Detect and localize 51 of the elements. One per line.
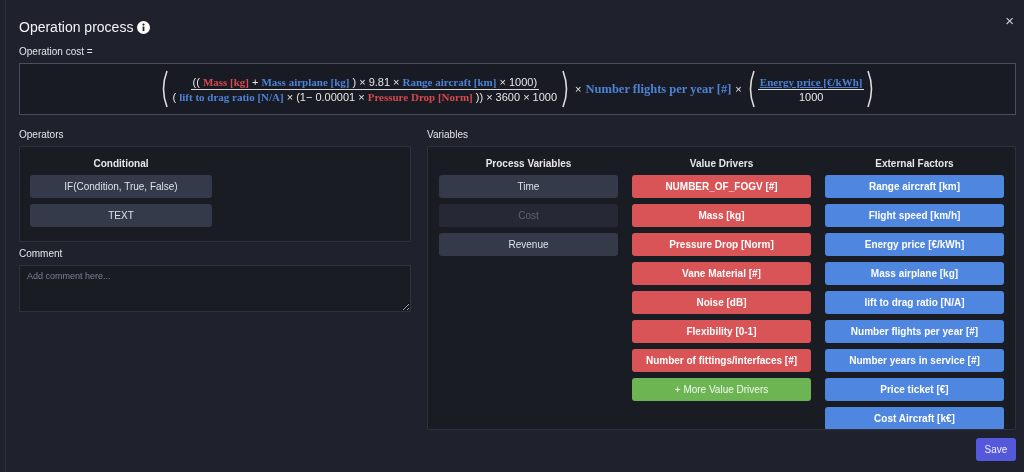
- formula-variable: Mass [kg]: [202, 75, 249, 88]
- column-title: Value Drivers: [688, 158, 755, 169]
- formula-variable: Mass airplane [kg]: [261, 75, 350, 88]
- variable-button[interactable]: Mass airplane [kg]: [825, 262, 1004, 285]
- variable-button[interactable]: Revenue: [439, 233, 618, 256]
- variable-button[interactable]: Pressure Drop [Norm]: [632, 233, 811, 256]
- variable-button[interactable]: Vane Material [#]: [632, 262, 811, 285]
- variable-button[interactable]: Price ticket [€]: [825, 378, 1004, 401]
- formula-operator: 1000: [798, 90, 824, 103]
- variable-button[interactable]: Number of fittings/interfaces [#]: [632, 349, 811, 372]
- variable-button[interactable]: Mass [kg]: [632, 204, 811, 227]
- variable-button[interactable]: Noise [dB]: [632, 291, 811, 314]
- group-title: Conditional: [92, 158, 150, 169]
- operator-button[interactable]: TEXT: [30, 204, 212, 227]
- formula-variable: Energy price [€/kWh]: [759, 75, 863, 88]
- formula-operator: × (1− 0.00001 ×: [286, 90, 365, 103]
- close-button[interactable]: ×: [1003, 11, 1016, 29]
- column-title: Process Variables: [484, 158, 573, 169]
- formula-operator: )) × 3600 × 1000: [475, 90, 558, 103]
- variable-button[interactable]: lift to drag ratio [N/A]: [825, 291, 1004, 314]
- variable-button[interactable]: Cost Aircraft [k€]: [825, 407, 1004, 429]
- operator-button[interactable]: IF(Condition, True, False): [30, 175, 212, 198]
- variable-button[interactable]: Range aircraft [km]: [825, 175, 1004, 198]
- formula-variable: Range aircraft [km]: [402, 75, 497, 88]
- variable-button[interactable]: Energy price [€/kWh]: [825, 233, 1004, 256]
- formula-label: Operation cost =: [19, 46, 94, 57]
- variable-button[interactable]: Flexibility [0-1]: [632, 320, 811, 343]
- formula-variable: lift to drag ratio [N/A]: [179, 90, 284, 103]
- dialog-title: Operation process: [19, 19, 134, 35]
- formula-variable: Pressure Drop [Norm]: [367, 90, 473, 103]
- section-label: Comment: [19, 248, 64, 259]
- variable-button[interactable]: Flight speed [km/h]: [825, 204, 1004, 227]
- formula-operator: ) × 9.81 ×: [352, 75, 400, 88]
- formula-operator: ×: [575, 83, 582, 95]
- formula-variable: Number flights per year [#]: [585, 81, 732, 97]
- more-button[interactable]: + More Value Drivers: [632, 378, 811, 401]
- formula-operator: ((: [192, 75, 200, 88]
- variable-button[interactable]: Time: [439, 175, 618, 198]
- formula-operator: (: [172, 90, 177, 103]
- variable-button[interactable]: NUMBER_OF_FOGV [#]: [632, 175, 811, 198]
- section-label: Variables: [427, 129, 469, 140]
- formula-operator: ×: [735, 83, 742, 95]
- column-title: External Factors: [874, 158, 955, 169]
- formula-operator: +: [252, 75, 259, 88]
- info-icon: [137, 20, 151, 34]
- variable-button[interactable]: Number years in service [#]: [825, 349, 1004, 372]
- section-label: Operators: [19, 129, 65, 140]
- comment-field[interactable]: Add comment here...: [19, 265, 411, 312]
- variable-button[interactable]: Number flights per year [#]: [825, 320, 1004, 343]
- formula-operator: × 1000): [499, 75, 538, 88]
- save-button[interactable]: Save: [976, 438, 1016, 461]
